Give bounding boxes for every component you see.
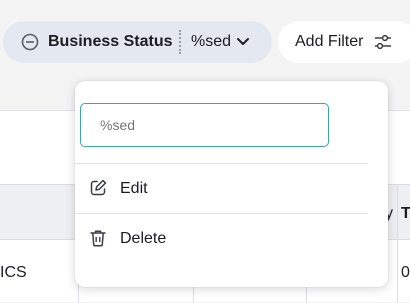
delete-label: Delete	[120, 230, 167, 247]
edit-icon	[90, 179, 107, 196]
filter-value-dropdown: Edit Delete	[75, 81, 388, 287]
add-filter-button[interactable]: Add Filter	[278, 21, 410, 63]
minus-circle-icon[interactable]	[21, 33, 39, 51]
edit-label: Edit	[120, 180, 148, 197]
table-cell: ICS	[0, 264, 27, 281]
chevron-down-icon[interactable]	[235, 35, 251, 49]
edit-menu-item[interactable]: Edit	[75, 166, 388, 212]
menu-divider	[75, 213, 368, 214]
add-filter-label: Add Filter	[295, 33, 364, 50]
filter-chip-value[interactable]: %sed	[191, 33, 231, 51]
column-divider	[397, 184, 398, 303]
trash-icon	[90, 230, 106, 247]
menu-divider	[75, 163, 368, 164]
filter-value-input[interactable]	[80, 103, 329, 147]
sliders-icon	[375, 34, 391, 50]
column-header[interactable]: T	[401, 205, 410, 223]
table-cell: 0	[401, 264, 410, 281]
delete-menu-item[interactable]: Delete	[75, 216, 388, 262]
filter-chip-label: Business Status	[48, 33, 173, 50]
business-status-filter-chip[interactable]: Business Status %sed	[3, 21, 272, 63]
chip-divider	[179, 30, 181, 54]
